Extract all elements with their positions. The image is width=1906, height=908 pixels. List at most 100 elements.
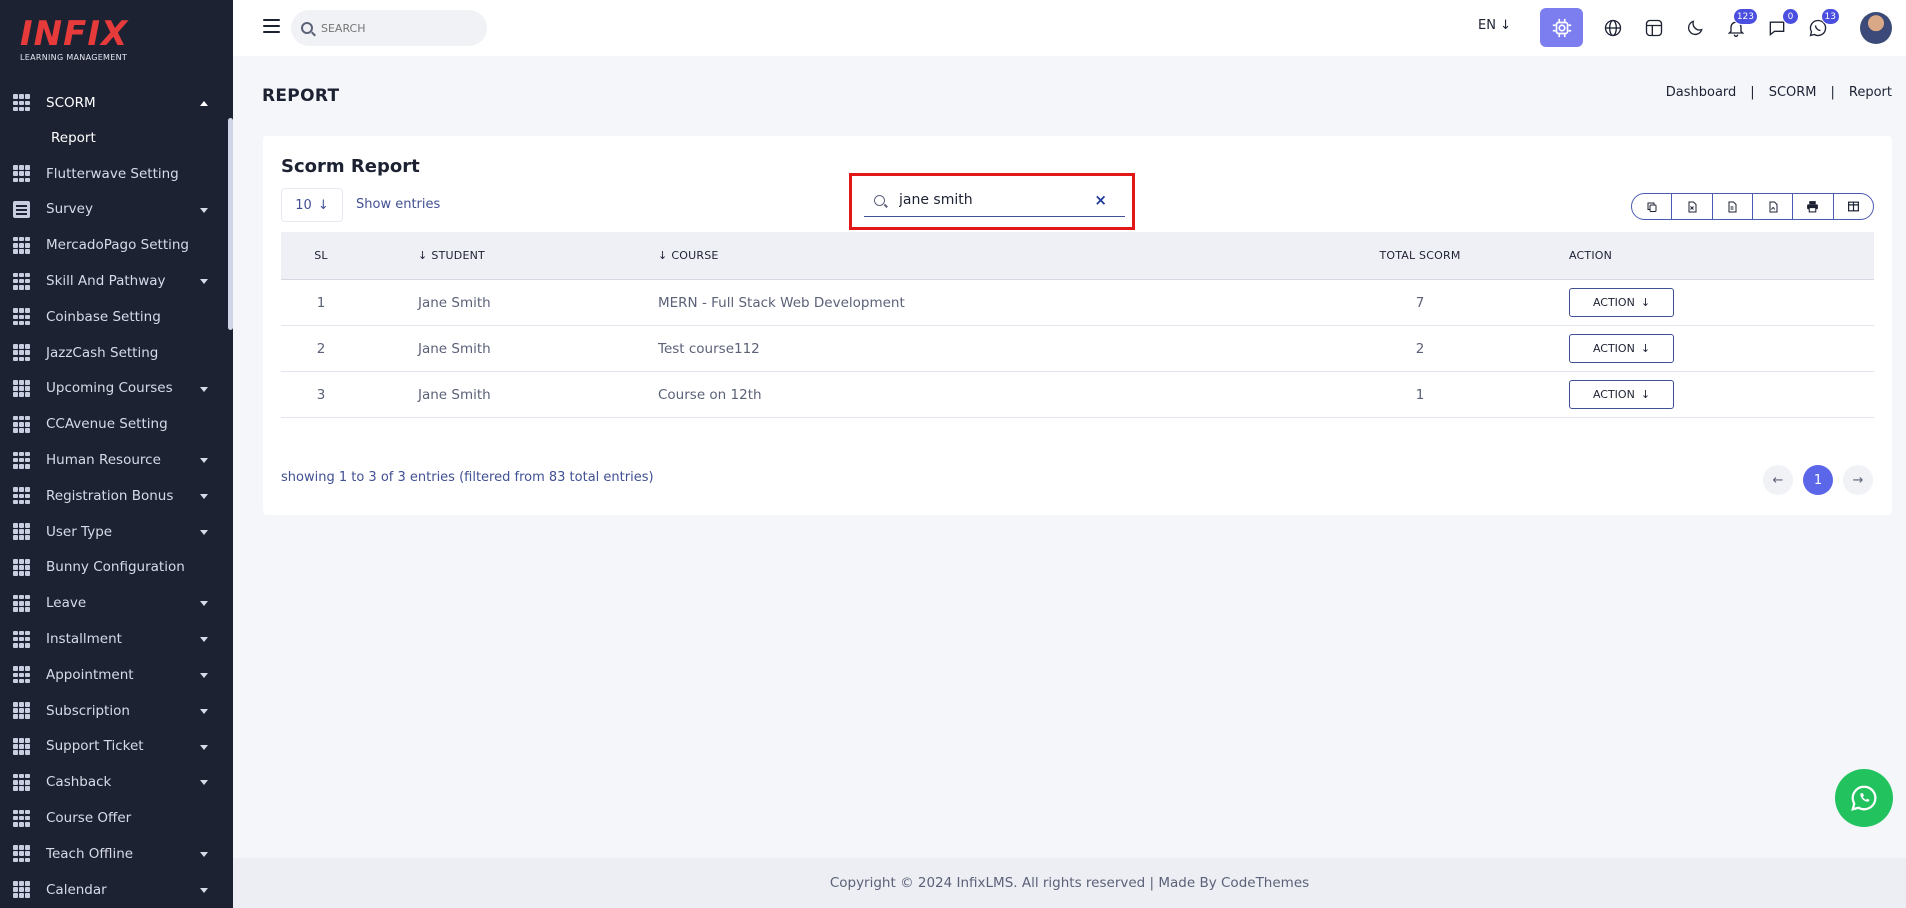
sidebar-item-skill-and-pathway[interactable]: Skill And Pathway bbox=[0, 263, 228, 299]
cell-student: Jane Smith bbox=[418, 340, 491, 357]
clear-icon[interactable]: × bbox=[1094, 191, 1107, 209]
sidebar-item-cashback[interactable]: Cashback bbox=[0, 764, 228, 800]
language-select[interactable]: EN ↓ bbox=[1478, 18, 1511, 33]
sidebar-item-subscription[interactable]: Subscription bbox=[0, 693, 228, 729]
sidebar-item-coinbase-setting[interactable]: Coinbase Setting bbox=[0, 299, 228, 335]
sidebar-item-course-offer[interactable]: Course Offer bbox=[0, 800, 228, 836]
grid-icon bbox=[13, 94, 30, 112]
global-search-input[interactable] bbox=[321, 21, 471, 35]
table-filter-input[interactable] bbox=[899, 192, 1089, 208]
export-buttons bbox=[1631, 193, 1874, 220]
cpu-settings-button[interactable] bbox=[1540, 8, 1583, 47]
sidebar-subitem-report[interactable]: Report bbox=[0, 121, 228, 156]
arrow-right-icon: → bbox=[1852, 472, 1864, 488]
column-header-course[interactable]: ↓ COURSE bbox=[598, 249, 1218, 262]
chevron-down-icon bbox=[200, 744, 208, 750]
action-dropdown-button[interactable]: ACTION ↓ bbox=[1569, 334, 1674, 363]
column-header-total-scorm[interactable]: TOTAL SCORM bbox=[1325, 249, 1515, 262]
page-button-current[interactable]: 1 bbox=[1803, 465, 1833, 495]
menu-toggle-icon[interactable] bbox=[263, 19, 280, 33]
grid-icon bbox=[13, 809, 30, 827]
pdf-button[interactable] bbox=[1753, 194, 1794, 219]
chats-button[interactable]: 13 bbox=[1804, 8, 1840, 42]
column-header-sl[interactable]: SL bbox=[281, 249, 361, 262]
breadcrumb-scorm[interactable]: SCORM bbox=[1769, 85, 1817, 100]
chevron-down-icon bbox=[200, 708, 208, 714]
grid-icon bbox=[13, 487, 30, 505]
sidebar-item-registration-bonus[interactable]: Registration Bonus bbox=[0, 478, 228, 514]
chevron-down-icon bbox=[200, 851, 208, 857]
breadcrumb-dashboard[interactable]: Dashboard bbox=[1666, 85, 1737, 100]
sidebar-item-human-resource[interactable]: Human Resource bbox=[0, 442, 228, 478]
global-search[interactable] bbox=[291, 10, 487, 46]
cell-student: Jane Smith bbox=[418, 294, 491, 311]
grid-icon bbox=[13, 308, 30, 326]
avatar[interactable] bbox=[1860, 12, 1892, 44]
columns-icon bbox=[1847, 201, 1859, 212]
previous-page-button[interactable]: ← bbox=[1763, 465, 1793, 495]
arrow-down-icon: ↓ bbox=[317, 197, 329, 213]
table-filter-highlight: × bbox=[849, 173, 1135, 230]
sidebar-item-ccavenue-setting[interactable]: CCAvenue Setting bbox=[0, 406, 228, 442]
sidebar-item-installment[interactable]: Installment bbox=[0, 621, 228, 657]
print-button[interactable] bbox=[1793, 194, 1834, 219]
action-dropdown-button[interactable]: ACTION ↓ bbox=[1569, 288, 1674, 317]
sidebar-item-teach-offline[interactable]: Teach Offline bbox=[0, 836, 228, 872]
column-visibility-button[interactable] bbox=[1834, 194, 1873, 219]
action-label: ACTION bbox=[1592, 342, 1635, 355]
sidebar-scrollbar[interactable] bbox=[228, 118, 233, 330]
whatsapp-button[interactable] bbox=[1835, 769, 1893, 827]
globe-icon[interactable] bbox=[1599, 14, 1627, 42]
excel-button[interactable] bbox=[1672, 194, 1713, 219]
cell-action: ACTION ↓ bbox=[1515, 380, 1715, 409]
cell-action: ACTION ↓ bbox=[1515, 334, 1715, 363]
chevron-down-icon bbox=[200, 601, 208, 607]
notifications-button[interactable]: 123 bbox=[1722, 8, 1758, 42]
csv-file-icon bbox=[1728, 201, 1737, 212]
csv-button[interactable] bbox=[1713, 194, 1753, 219]
language-label: EN bbox=[1478, 18, 1496, 33]
sidebar-item-leave[interactable]: Leave bbox=[0, 585, 228, 621]
entries-per-page-select[interactable]: 10 ↓ bbox=[281, 188, 343, 222]
sidebar-item-label: Calendar bbox=[46, 881, 107, 898]
grid-icon bbox=[13, 272, 30, 290]
copy-button[interactable] bbox=[1632, 194, 1673, 219]
breadcrumb-separator: | bbox=[1750, 85, 1755, 100]
show-entries-label: Show entries bbox=[356, 197, 441, 212]
cell-sl: 1 bbox=[316, 294, 326, 311]
card-title: Scorm Report bbox=[281, 156, 420, 177]
sidebar-item-mercadopago-setting[interactable]: MercadoPago Setting bbox=[0, 227, 228, 263]
table-filter[interactable]: × bbox=[864, 184, 1125, 217]
arrow-left-icon: ← bbox=[1772, 472, 1784, 488]
sidebar-item-label: Support Ticket bbox=[46, 738, 144, 755]
action-dropdown-button[interactable]: ACTION ↓ bbox=[1569, 380, 1674, 409]
chevron-down-icon bbox=[200, 780, 208, 786]
sidebar-item-jazzcash-setting[interactable]: JazzCash Setting bbox=[0, 335, 228, 371]
grid-icon bbox=[13, 236, 30, 254]
column-header-student[interactable]: ↓ STUDENT bbox=[361, 249, 598, 262]
footer: Copyright © 2024 InfixLMS. All rights re… bbox=[233, 858, 1906, 908]
sidebar-item-user-type[interactable]: User Type bbox=[0, 514, 228, 550]
sidebar-item-bunny-configuration[interactable]: Bunny Configuration bbox=[0, 550, 228, 586]
sort-arrow-icon: ↓ bbox=[418, 249, 428, 262]
chevron-down-icon bbox=[200, 672, 208, 678]
search-icon bbox=[874, 194, 885, 206]
sidebar-item-label: JazzCash Setting bbox=[46, 344, 159, 361]
next-page-button[interactable]: → bbox=[1843, 465, 1873, 495]
messages-button[interactable]: 0 bbox=[1763, 8, 1799, 42]
sidebar-item-label: Appointment bbox=[46, 666, 134, 683]
grid-icon bbox=[13, 630, 30, 648]
cell-total-scorm: 7 bbox=[1415, 294, 1425, 311]
sidebar-item-flutterwave-setting[interactable]: Flutterwave Setting bbox=[0, 156, 228, 192]
layout-icon[interactable] bbox=[1640, 14, 1668, 42]
grid-icon bbox=[13, 379, 30, 397]
sidebar-item-survey[interactable]: Survey bbox=[0, 192, 228, 228]
moon-icon[interactable] bbox=[1681, 14, 1709, 42]
grid-icon bbox=[13, 773, 30, 791]
sidebar-item-calendar[interactable]: Calendar bbox=[0, 872, 228, 908]
sidebar-item-scorm[interactable]: SCORM bbox=[0, 85, 228, 121]
sidebar-item-support-ticket[interactable]: Support Ticket bbox=[0, 729, 228, 765]
logo[interactable]: INFIX LEARNING MANAGEMENT bbox=[20, 16, 138, 68]
sidebar-item-upcoming-courses[interactable]: Upcoming Courses bbox=[0, 371, 228, 407]
sidebar-item-appointment[interactable]: Appointment bbox=[0, 657, 228, 693]
